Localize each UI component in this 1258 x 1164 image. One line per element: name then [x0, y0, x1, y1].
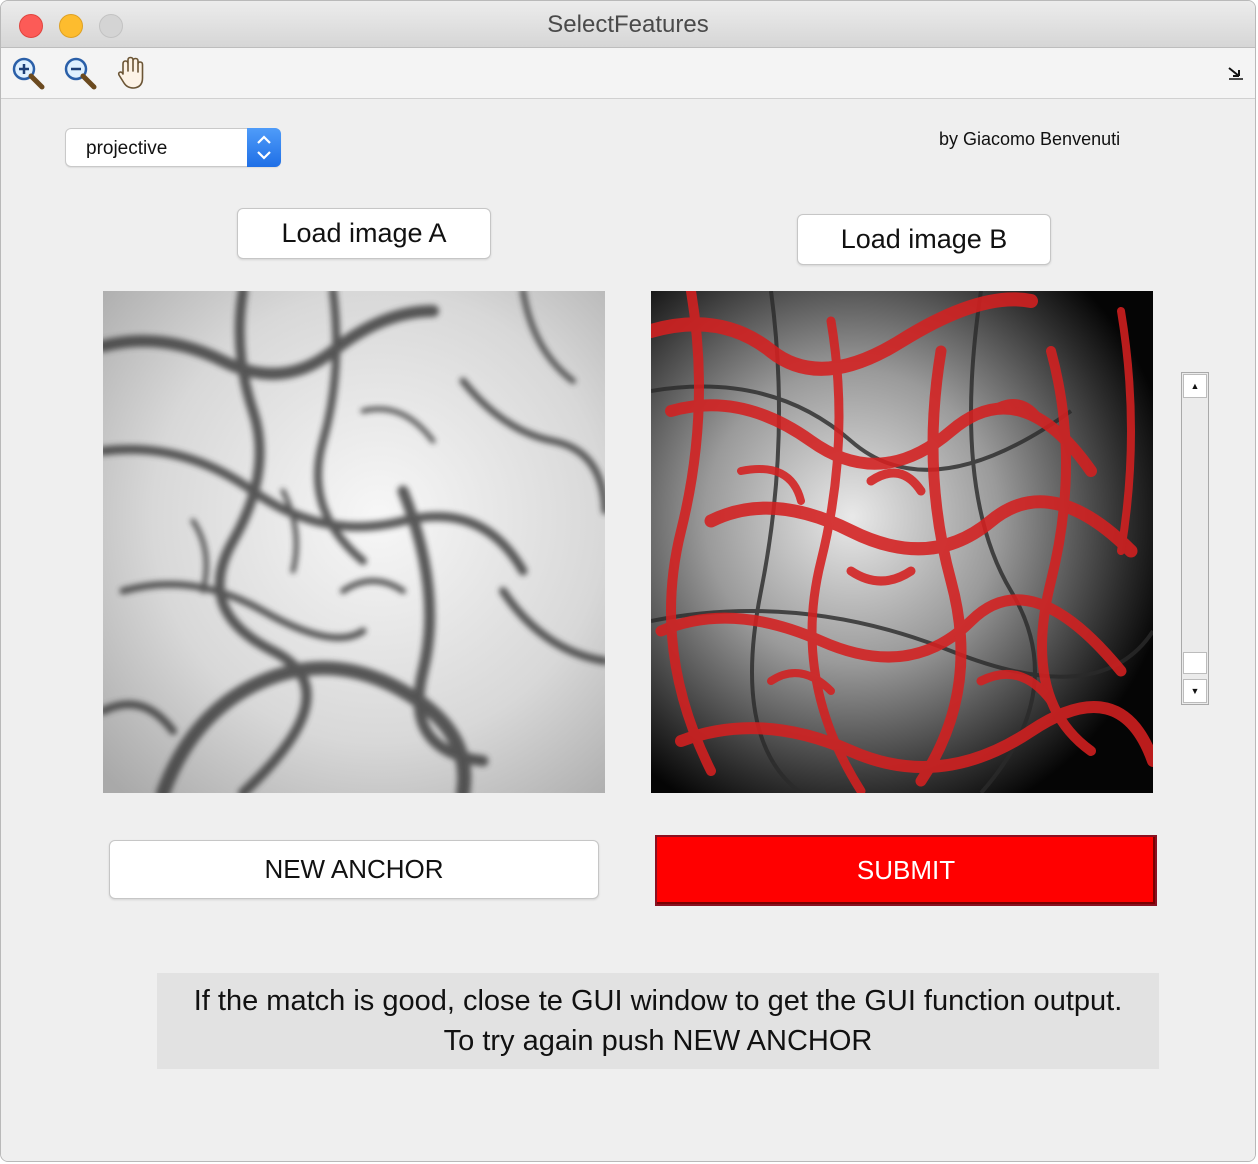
select-stepper[interactable] [247, 128, 281, 167]
dock-arrow-icon[interactable] [1227, 66, 1245, 80]
scroll-up-button[interactable]: ▲ [1183, 374, 1207, 398]
vertical-scrollbar[interactable]: ▲ ▼ [1181, 372, 1209, 705]
submit-button[interactable]: SUBMIT [655, 835, 1157, 906]
zoom-in-icon[interactable] [9, 54, 47, 92]
load-image-a-button[interactable]: Load image A [237, 208, 491, 259]
load-image-b-button[interactable]: Load image B [797, 214, 1051, 265]
arrow-down-icon: ▼ [1190, 686, 1200, 696]
arrow-up-icon: ▲ [1190, 381, 1200, 391]
scrollbar-thumb[interactable] [1183, 652, 1207, 674]
image-b-view[interactable] [651, 291, 1153, 793]
image-a-view[interactable] [103, 291, 605, 793]
figure-toolbar [1, 48, 1255, 99]
instruction-message: If the match is good, close te GUI windo… [157, 973, 1159, 1069]
transform-type-select[interactable]: projective [65, 128, 281, 167]
chevron-updown-icon [257, 135, 271, 160]
author-credit: by Giacomo Benvenuti [939, 129, 1121, 149]
zoom-out-icon[interactable] [61, 54, 99, 92]
window-title: SelectFeatures [547, 11, 709, 38]
pan-hand-icon[interactable] [113, 54, 151, 92]
new-anchor-button[interactable]: NEW ANCHOR [109, 840, 599, 899]
app-window: SelectFeatures projective by Giacomo Ben… [0, 0, 1256, 1162]
scroll-down-button[interactable]: ▼ [1183, 679, 1207, 703]
title-bar: SelectFeatures [1, 1, 1255, 48]
transform-type-value: projective [86, 138, 168, 159]
